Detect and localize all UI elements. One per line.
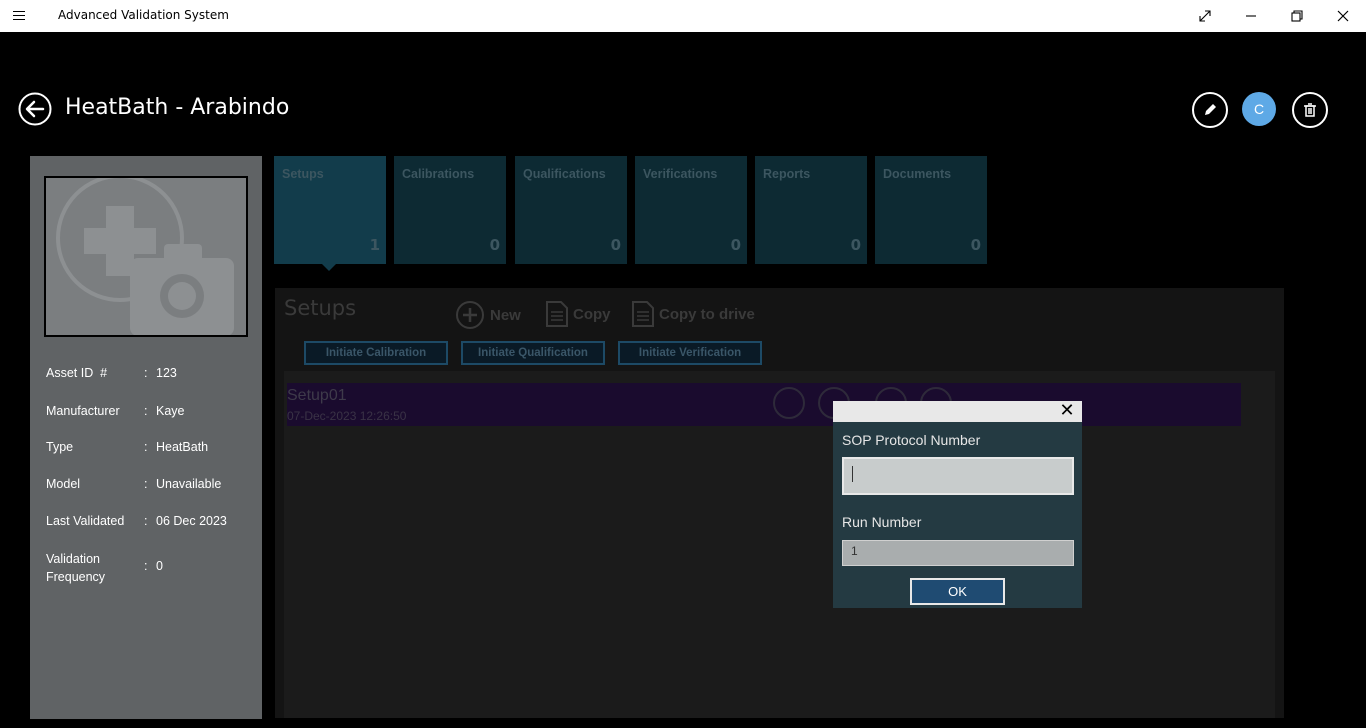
tab-label: Calibrations bbox=[402, 167, 475, 181]
document-drive-icon bbox=[632, 301, 654, 327]
asset-id-value: 123 bbox=[156, 366, 177, 380]
page-title: HeatBath - Arabindo bbox=[65, 95, 290, 120]
add-photo-icon[interactable] bbox=[44, 176, 248, 337]
run-number-value: 1 bbox=[851, 544, 858, 558]
hamburger-menu-icon[interactable] bbox=[13, 8, 33, 24]
title-bar: Advanced Validation System bbox=[0, 0, 1366, 32]
copy-to-drive-label: Copy to drive bbox=[659, 305, 755, 323]
app-title: Advanced Validation System bbox=[58, 8, 229, 22]
sop-protocol-input[interactable] bbox=[842, 457, 1074, 495]
tab-count: 0 bbox=[489, 236, 500, 254]
tab-count: 1 bbox=[369, 236, 380, 254]
type-label: Type bbox=[46, 440, 74, 454]
initiate-calibration-button[interactable]: Initiate Calibration bbox=[304, 341, 448, 365]
tab-label: Setups bbox=[282, 167, 324, 181]
close-icon[interactable]: ✕ bbox=[1058, 402, 1076, 420]
new-label: New bbox=[490, 306, 521, 324]
new-button[interactable]: New bbox=[455, 300, 521, 330]
tab-label: Reports bbox=[763, 167, 811, 181]
colon: : bbox=[144, 366, 148, 380]
last-validated-value: 06 Dec 2023 bbox=[156, 514, 227, 528]
setup-date: 07-Dec-2023 12:26:50 bbox=[287, 409, 407, 423]
edit-row-icon[interactable] bbox=[773, 387, 805, 419]
edit-pencil-icon[interactable] bbox=[1192, 92, 1228, 128]
tab-reports[interactable]: Reports 0 bbox=[755, 156, 867, 264]
initiate-verification-button[interactable]: Initiate Verification bbox=[618, 341, 762, 365]
tab-count: 0 bbox=[970, 236, 981, 254]
tab-label: Qualifications bbox=[523, 167, 606, 181]
type-value: HeatBath bbox=[156, 440, 209, 454]
fullscreen-icon[interactable] bbox=[1182, 0, 1228, 32]
minimize-icon[interactable] bbox=[1228, 0, 1274, 32]
run-number-input[interactable]: 1 bbox=[842, 540, 1074, 566]
validation-frequency-value: 0 bbox=[156, 559, 163, 573]
tab-documents[interactable]: Documents 0 bbox=[875, 156, 987, 264]
tab-qualifications[interactable]: Qualifications 0 bbox=[515, 156, 627, 264]
list-item[interactable]: Setup01 07-Dec-2023 12:26:50 bbox=[287, 383, 1241, 426]
copy-button[interactable]: Copy bbox=[545, 300, 611, 328]
manufacturer-value: Kaye bbox=[156, 404, 185, 418]
restore-icon[interactable] bbox=[1274, 0, 1320, 32]
colon: : bbox=[144, 559, 148, 573]
tab-label: Documents bbox=[883, 167, 952, 181]
colon: : bbox=[144, 514, 148, 528]
model-value: Unavailable bbox=[156, 477, 222, 491]
asset-id-label: Asset ID # bbox=[46, 366, 108, 380]
colon: : bbox=[144, 477, 148, 491]
add-circle-icon bbox=[456, 301, 484, 329]
tab-calibrations[interactable]: Calibrations 0 bbox=[394, 156, 506, 264]
dialog-header: ✕ bbox=[833, 401, 1082, 422]
close-window-icon[interactable] bbox=[1320, 0, 1366, 32]
run-number-label: Run Number bbox=[842, 514, 922, 530]
asset-info-panel: Asset ID # : 123 Manufacturer : Kaye Typ… bbox=[30, 156, 262, 719]
last-validated-label: Last Validated bbox=[46, 514, 125, 528]
sop-protocol-label: SOP Protocol Number bbox=[842, 432, 981, 448]
colon: : bbox=[144, 440, 148, 454]
active-tab-pointer bbox=[320, 262, 338, 271]
run-details-dialog: ✕ SOP Protocol Number Run Number 1 OK bbox=[833, 401, 1082, 608]
manufacturer-label: Manufacturer bbox=[46, 404, 120, 418]
tab-count: 0 bbox=[850, 236, 861, 254]
tab-setups[interactable]: Setups 1 bbox=[274, 156, 386, 264]
initiate-qualification-button[interactable]: Initiate Qualification bbox=[461, 341, 605, 365]
setups-panel: Setups New Copy Copy to drive Initiate C… bbox=[275, 288, 1284, 718]
validation-frequency-label: Validation Frequency bbox=[46, 552, 106, 584]
avatar[interactable]: C bbox=[1242, 92, 1276, 126]
copy-to-drive-button[interactable]: Copy to drive bbox=[631, 300, 755, 328]
text-cursor bbox=[852, 466, 853, 482]
back-arrow-icon[interactable] bbox=[18, 92, 52, 126]
tab-verifications[interactable]: Verifications 0 bbox=[635, 156, 747, 264]
colon: : bbox=[144, 404, 148, 418]
delete-trash-icon[interactable] bbox=[1292, 92, 1328, 128]
model-label: Model bbox=[46, 477, 81, 491]
document-copy-icon bbox=[546, 301, 568, 327]
setup-name: Setup01 bbox=[287, 387, 347, 404]
tab-count: 0 bbox=[730, 236, 741, 254]
copy-label: Copy bbox=[573, 305, 611, 323]
section-title: Setups bbox=[284, 296, 357, 320]
ok-button[interactable]: OK bbox=[910, 578, 1005, 605]
tab-count: 0 bbox=[610, 236, 621, 254]
tab-label: Verifications bbox=[643, 167, 718, 181]
